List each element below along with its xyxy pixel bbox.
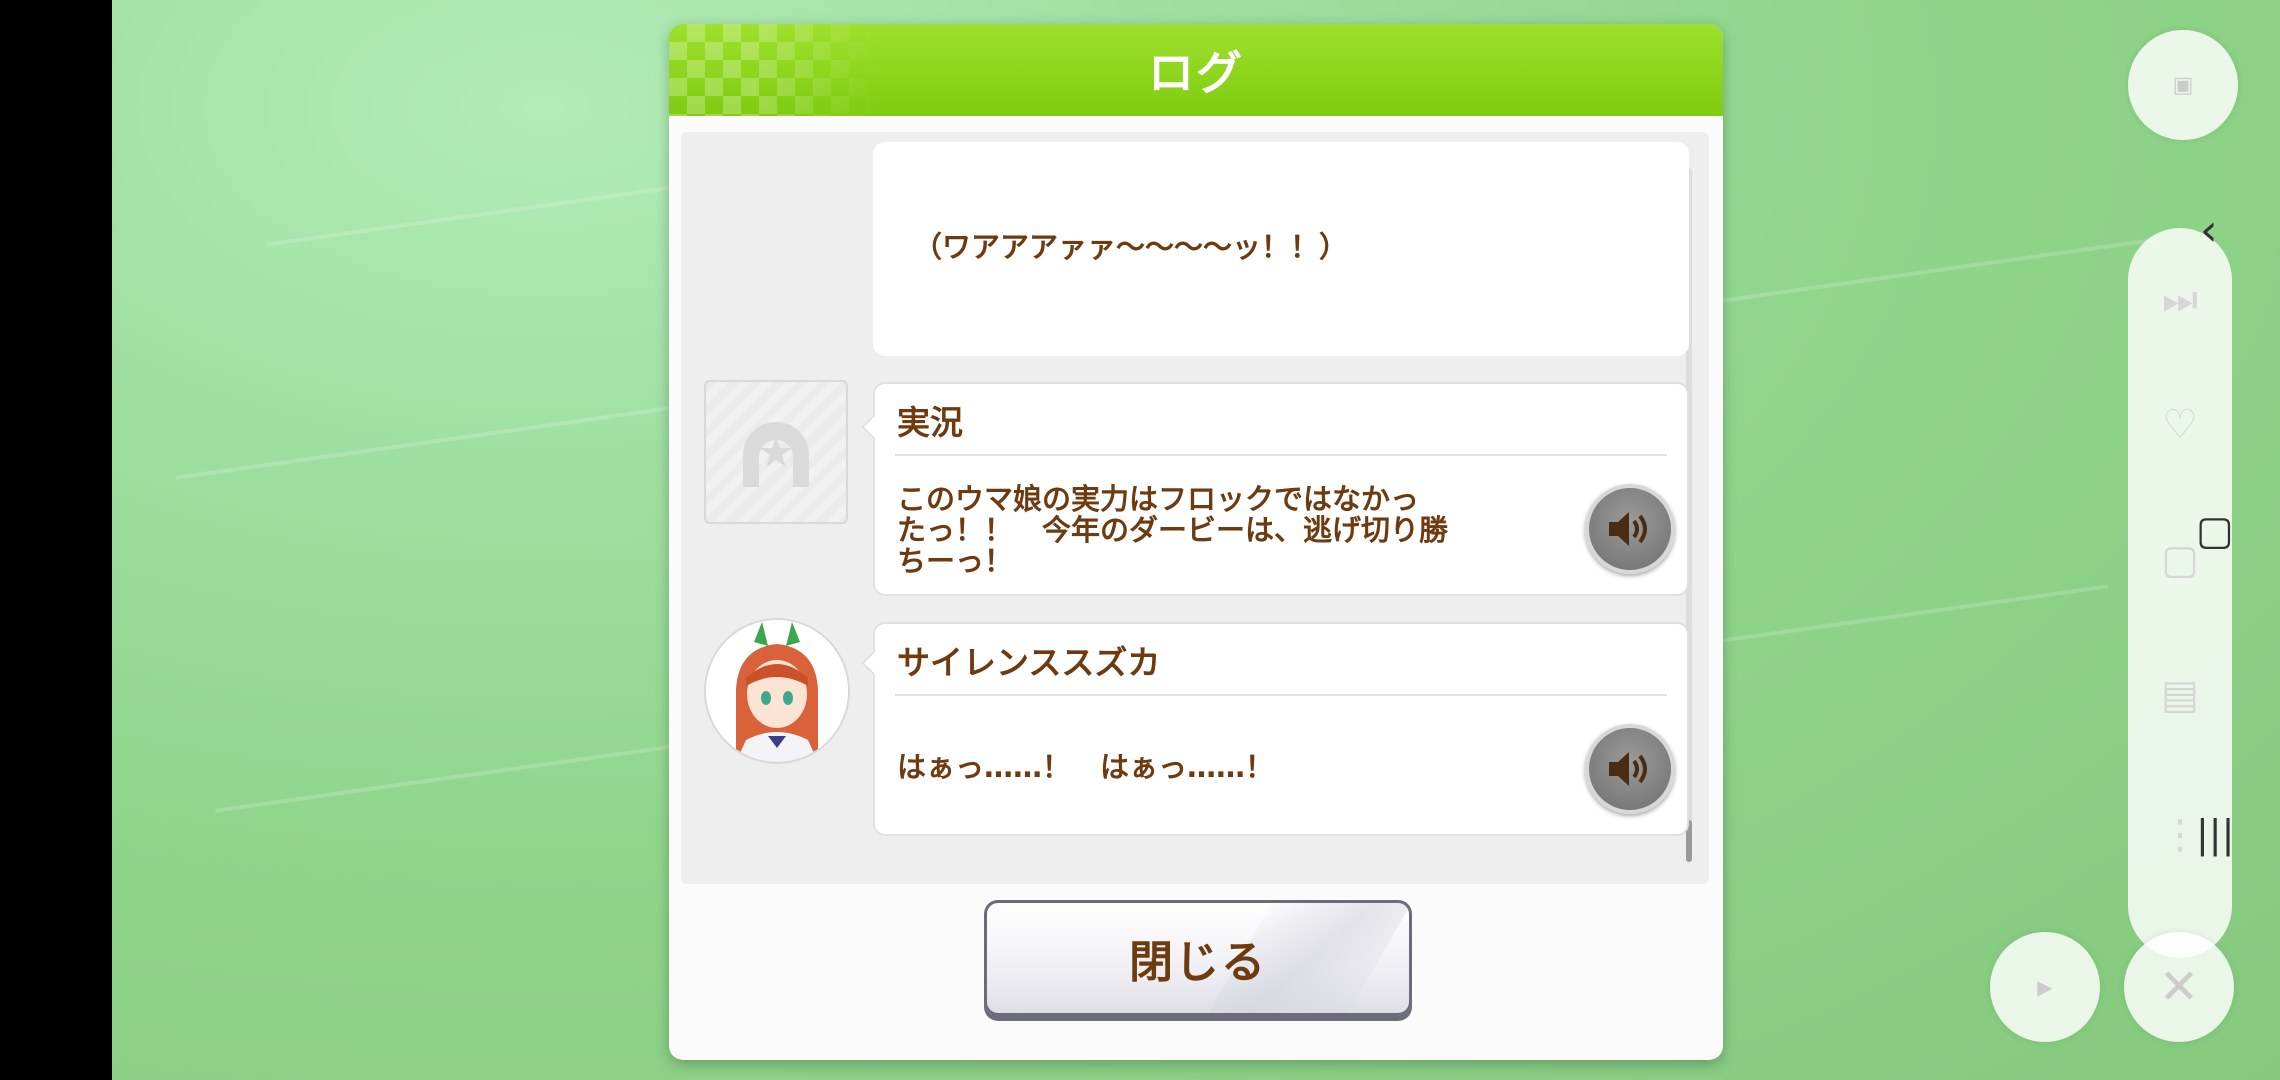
log-entry-text-line-1: このウマ娘の実力はフロックではなかっ xyxy=(897,482,1420,516)
dialog-title: ログ xyxy=(1148,46,1244,100)
header-pattern xyxy=(669,24,879,116)
voice-play-button[interactable] xyxy=(1585,724,1675,814)
entry-divider xyxy=(895,694,1667,696)
dialog-header: ログ xyxy=(669,24,1723,116)
skip-button[interactable]: ⏭ xyxy=(2140,255,2220,345)
speaker-name: サイレンススズカ xyxy=(897,643,1161,682)
voice-play-button[interactable] xyxy=(1585,484,1675,574)
favorite-button[interactable]: ♡ xyxy=(2140,380,2220,470)
menu-button[interactable]: ▣ xyxy=(2128,30,2238,140)
log-entry-text-line-2: たっ！！ 今年のダービーは、逃げ切り勝 xyxy=(897,513,1449,547)
log-entry-text: （ワアアアァァ～～～～ッ！！） xyxy=(913,230,1349,264)
close-button-label: 閉じる xyxy=(1129,937,1267,988)
back-nav-icon[interactable]: ‹ xyxy=(2200,205,2218,256)
character-portrait xyxy=(706,620,848,762)
log-entry-1: （ワアアアァァ～～～～ッ！！） xyxy=(873,142,1689,356)
home-nav-icon[interactable]: ▢ xyxy=(2196,508,2234,554)
log-entry-text: はぁっ……！ はぁっ……！ xyxy=(897,750,1275,784)
log-entry-3: サイレンススズカ はぁっ……！ はぁっ……！ xyxy=(861,622,1689,836)
character-avatar xyxy=(704,618,850,764)
skip-icon: ⏭ xyxy=(2162,277,2198,323)
auto-button[interactable]: ▶ xyxy=(1990,932,2100,1042)
narrator-avatar xyxy=(704,380,848,524)
heart-icon: ♡ xyxy=(2162,402,2198,448)
log-button[interactable]: ▤ xyxy=(2140,650,2220,740)
recents-nav-icon[interactable]: ||| xyxy=(2196,812,2234,856)
log-entry-2: 実況 このウマ娘の実力はフロックではなかっ たっ！！ 今年のダービーは、逃げ切り… xyxy=(861,382,1689,596)
horseshoe-star-icon xyxy=(743,422,809,487)
close-button[interactable]: 閉じる xyxy=(984,900,1412,1016)
speaker-name: 実況 xyxy=(897,403,963,442)
speaker-volume-icon xyxy=(1609,512,1647,546)
entry-divider xyxy=(895,454,1667,456)
log-entry-text-line-3: ちーっ！ xyxy=(897,544,1014,578)
log-icon: ▤ xyxy=(2161,672,2199,718)
close-story-button[interactable]: ✕ xyxy=(2124,932,2234,1042)
speaker-volume-icon xyxy=(1609,752,1647,786)
screen-left-bar xyxy=(0,0,112,1080)
window-icon: ▢ xyxy=(2161,537,2199,583)
options-icon: ⋮ xyxy=(2160,812,2200,858)
